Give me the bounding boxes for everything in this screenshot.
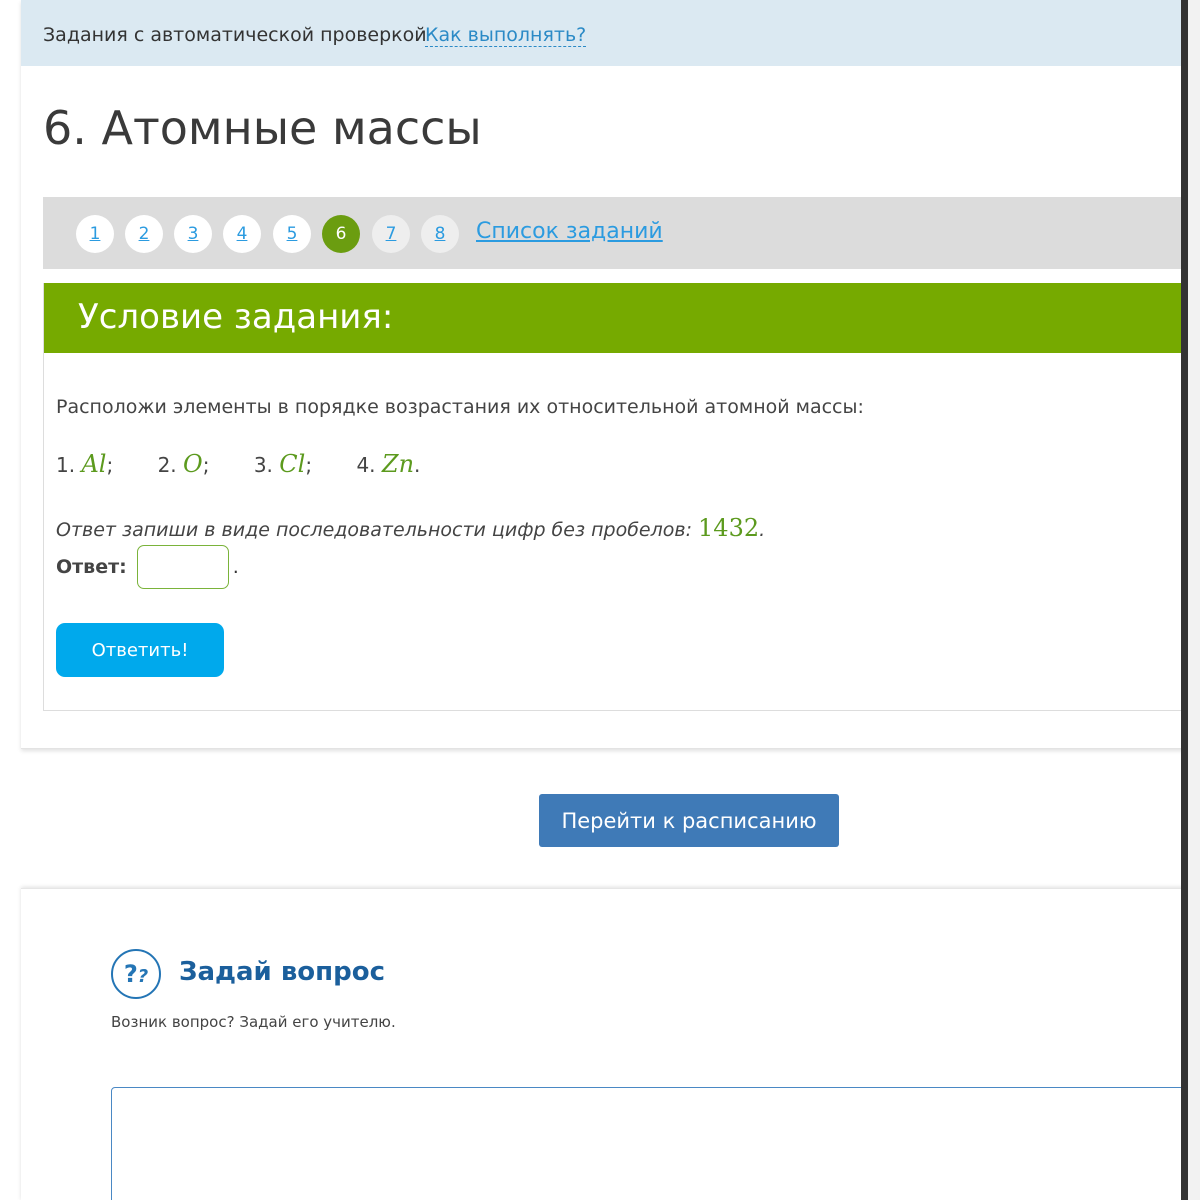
- task-statement: Расположи элементы в порядке возрастания…: [56, 396, 864, 418]
- answer-label: Ответ:: [56, 556, 127, 578]
- element-symbol: O: [183, 450, 203, 478]
- task-condition-header: Условие задания:: [44, 283, 1200, 353]
- answer-hint: Ответ запиши в виде последовательности ц…: [56, 514, 766, 542]
- element-symbol: Cl: [279, 450, 306, 478]
- element-symbol: Zn: [381, 450, 415, 478]
- element-list: 1. Al; 2. O; 3. Cl; 4. Zn.: [56, 450, 458, 478]
- page-link-3[interactable]: 3: [174, 215, 212, 253]
- page-title: 6. Атомные массы: [43, 101, 482, 155]
- ask-question-title: Задай вопрос: [179, 957, 385, 987]
- element-symbol: Al: [81, 450, 107, 478]
- answer-example: 1432: [698, 514, 760, 542]
- task-pager: 1 2 3 4 5 6 7 8 Список заданий: [43, 197, 1200, 269]
- scrollbar-thumb[interactable]: [1181, 0, 1188, 1200]
- question-textarea[interactable]: [111, 1087, 1200, 1200]
- element-item: 1. Al;: [56, 450, 114, 478]
- answer-period: .: [232, 556, 239, 578]
- page-link-1[interactable]: 1: [76, 215, 114, 253]
- question-icon: ??: [111, 949, 161, 999]
- go-to-schedule-button[interactable]: Перейти к расписанию: [539, 794, 839, 847]
- page-link-5[interactable]: 5: [273, 215, 311, 253]
- page-link-4[interactable]: 4: [223, 215, 261, 253]
- howto-link[interactable]: Как выполнять?: [425, 24, 587, 47]
- page-link-8[interactable]: 8: [421, 215, 459, 253]
- task-list-link[interactable]: Список заданий: [476, 219, 663, 244]
- topbar: Задания с автоматической проверкой Как в…: [21, 0, 1200, 66]
- page-link-6-active[interactable]: 6: [322, 215, 360, 253]
- ask-question-card: ?? Задай вопрос Возник вопрос? Задай его…: [21, 888, 1200, 1200]
- ask-question-subtitle: Возник вопрос? Задай его учителю.: [111, 1013, 396, 1031]
- task-condition-title: Условие задания:: [78, 297, 394, 337]
- page: Задания с автоматической проверкой Как в…: [0, 0, 1200, 1200]
- breadcrumb: Задания с автоматической проверкой: [43, 24, 427, 46]
- answer-input[interactable]: [136, 545, 229, 589]
- element-item: 4. Zn.: [356, 450, 421, 478]
- element-item: 2. O;: [157, 450, 210, 478]
- page-link-7[interactable]: 7: [372, 215, 410, 253]
- element-item: 3. Cl;: [253, 450, 313, 478]
- scroll-track[interactable]: [1188, 0, 1200, 1200]
- page-link-2[interactable]: 2: [125, 215, 163, 253]
- submit-answer-button[interactable]: Ответить!: [56, 623, 224, 677]
- answer-row: Ответ: .: [56, 542, 239, 592]
